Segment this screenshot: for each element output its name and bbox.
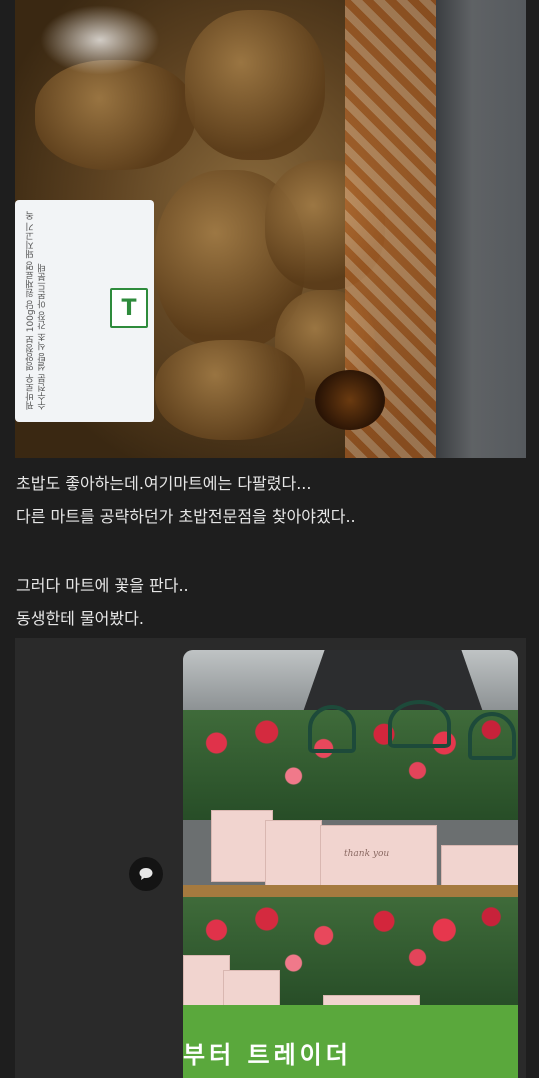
speech-bubble-icon (139, 868, 153, 880)
post-paragraph: 초밥도 좋아하는데.여기마트에는 다팔렸다... 다른 마트를 공략하던가 초밥… (16, 467, 526, 533)
post-text-line: 다른 마트를 공략하던가 초밥전문점을 찾아야겠다.. (16, 507, 356, 526)
product-label: 꿔바로우 영양정보 100g당 원재료명 돼지고기 옥수수전분 설탕 식초 간장… (15, 200, 154, 422)
ribbon-bow (308, 705, 356, 753)
store-logo-glyph: T (121, 295, 137, 321)
post-text-line: 초밥도 좋아하는데.여기마트에는 다팔렸다... (16, 474, 312, 493)
ribbon-bow (468, 712, 516, 760)
store-banner: 부터 트레이더 (183, 1005, 518, 1078)
ribbon-bow (388, 700, 451, 748)
food-piece (155, 340, 305, 440)
background-floor (436, 0, 526, 458)
store-logo: T (110, 288, 148, 328)
food-piece (185, 10, 325, 160)
post-text-line: 그러다 마트에 꽃을 판다.. (16, 576, 189, 595)
banner-text: 부터 트레이더 (183, 1041, 352, 1069)
box-text: thank you (344, 848, 390, 859)
black-tent (303, 650, 483, 712)
comment-button[interactable] (129, 857, 163, 891)
sauce-pool (315, 370, 385, 430)
flower-photo[interactable]: thank you 부터 트레이더 (183, 650, 518, 1078)
gift-box (265, 820, 322, 892)
gift-box (211, 810, 273, 882)
food-piece (35, 60, 195, 170)
post-text-line: 동생한테 물어봤다. (16, 609, 144, 628)
shelf-board (183, 885, 518, 897)
post-paragraph: 그러다 마트에 꽃을 판다.. 동생한테 물어봤다. (16, 569, 526, 635)
plastic-glare (40, 5, 160, 75)
